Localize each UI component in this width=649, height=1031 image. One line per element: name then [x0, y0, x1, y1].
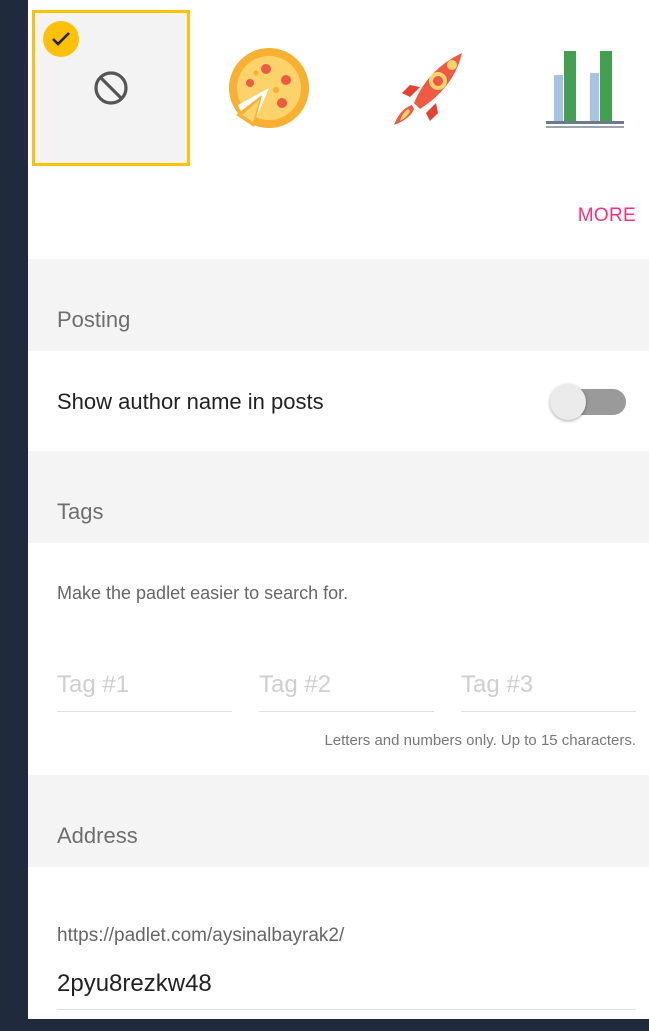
- address-slug-input[interactable]: [57, 958, 636, 1010]
- toggle-knob: [550, 384, 586, 420]
- address-header-label: Address: [57, 823, 138, 848]
- show-author-label: Show author name in posts: [57, 389, 324, 414]
- tags-note: Letters and numbers only. Up to 15 chara…: [324, 732, 636, 749]
- address-section-header: Address: [28, 775, 649, 867]
- tag-input-3[interactable]: [461, 658, 636, 712]
- bar-chart-icon: [546, 51, 624, 128]
- address-url-prefix: https://padlet.com/aysinalbayrak2/: [57, 925, 345, 946]
- tags-section-header: Tags: [28, 451, 649, 543]
- rocket-icon: [394, 53, 462, 125]
- settings-panel: MORE Posting Show author name in posts T…: [28, 0, 649, 1019]
- checkmark-badge-icon: [43, 21, 79, 57]
- icon-option-pizza[interactable]: [190, 10, 348, 166]
- icon-option-none[interactable]: [32, 10, 190, 166]
- icon-picker: [28, 0, 649, 180]
- show-author-toggle[interactable]: [550, 384, 630, 420]
- tag-input-2[interactable]: [259, 658, 434, 712]
- tag-input-1[interactable]: [57, 658, 232, 712]
- pizza-icon: [229, 48, 309, 128]
- posting-header-label: Posting: [57, 307, 131, 332]
- more-icons-button[interactable]: MORE: [578, 205, 636, 227]
- no-entry-icon: [94, 71, 128, 105]
- posting-section-header: Posting: [28, 259, 649, 351]
- icon-option-bar-chart[interactable]: [506, 10, 649, 166]
- icon-option-rocket[interactable]: [348, 10, 506, 166]
- tags-header-label: Tags: [57, 499, 104, 524]
- tags-description: Make the padlet easier to search for.: [57, 583, 349, 603]
